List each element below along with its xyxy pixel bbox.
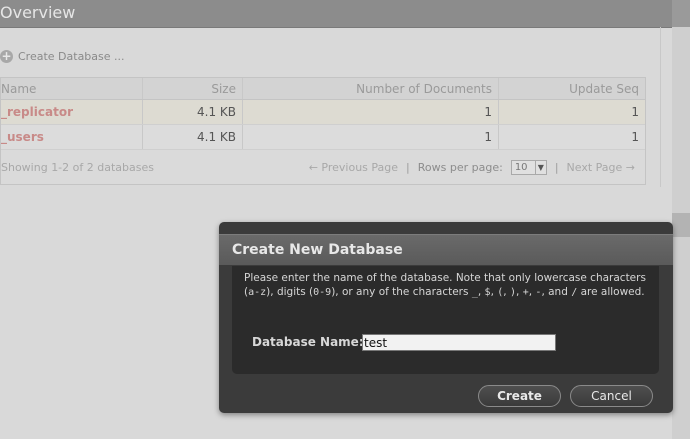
databases-table: Name Size Number of Documents Update Seq… [0,77,646,185]
sidebar-edge [672,0,690,439]
database-link[interactable]: _users [1,130,44,144]
database-link[interactable]: _replicator [1,105,73,119]
rows-per-page-value: 10 [514,161,528,173]
previous-page-link[interactable]: ← Previous Page [309,161,398,174]
dialog-title: Create New Database [232,242,403,258]
database-name-input[interactable] [362,334,556,351]
dialog-header: Create New Database [219,234,673,265]
database-size: 4.1 KB [143,125,243,149]
create-database-label: Create Database ... [18,49,125,63]
create-database-dialog: Create New Database Please enter the nam… [219,222,673,413]
page-header: Overview [0,0,672,28]
pagination-separator: | [554,160,559,174]
plus-circle-icon: + [0,48,13,63]
divider [660,27,661,187]
create-button[interactable]: Create [478,385,561,407]
showing-count: Showing 1-2 of 2 databases [1,160,154,174]
database-size: 4.1 KB [143,100,243,124]
database-update-seq: 1 [631,130,639,144]
page-title: Overview [0,3,76,22]
table-header: Name Size Number of Documents Update Seq [1,78,645,100]
next-page-link[interactable]: Next Page → [567,161,635,174]
dialog-instructions: Please enter the name of the database. N… [244,272,646,298]
pagination: ← Previous Page | Rows per page: 10 ▼ | … [291,159,645,175]
database-doc-count: 1 [243,100,499,124]
pagination-separator: | [406,160,410,174]
column-header-name[interactable]: Name [1,78,143,99]
rows-per-page-select[interactable]: 10 ▼ [510,159,547,175]
chevron-down-icon: ▼ [534,160,546,174]
create-database-button[interactable]: + Create Database ... [0,48,125,64]
table-row: _users 4.1 KB 1 1 [1,125,645,150]
dialog-body: Please enter the name of the database. N… [232,266,659,374]
column-header-size[interactable]: Size [143,78,243,99]
column-header-documents[interactable]: Number of Documents [243,78,499,99]
column-header-update-seq[interactable]: Update Seq [499,78,645,99]
database-doc-count: 1 [243,125,499,149]
table-footer: Showing 1-2 of 2 databases ← Previous Pa… [1,150,645,184]
database-update-seq: 1 [631,105,639,119]
rows-per-page-label: Rows per page: [417,160,503,174]
table-row: _replicator 4.1 KB 1 1 [1,100,645,125]
database-name-label: Database Name: [252,335,364,349]
cancel-button[interactable]: Cancel [570,385,653,407]
